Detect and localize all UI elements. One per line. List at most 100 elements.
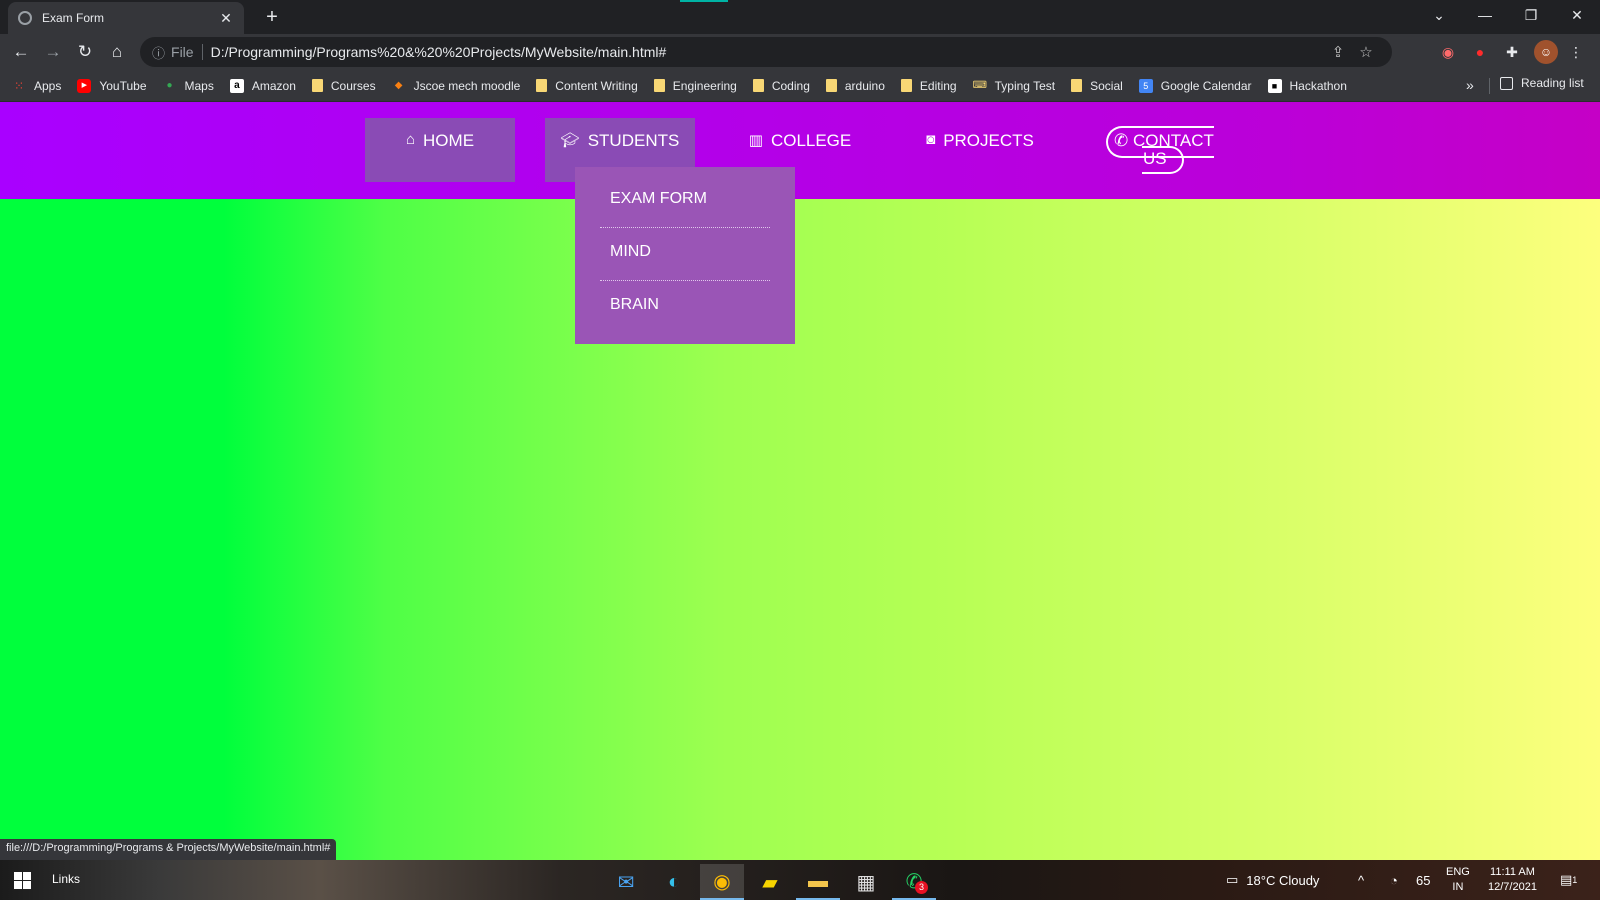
home-icon[interactable]: ⌂ (104, 39, 130, 65)
amazon-icon: a (229, 78, 244, 93)
youtube-icon: ▶ (77, 78, 92, 93)
notification-center-icon[interactable]: ▤ 1 (1560, 860, 1577, 900)
url-text[interactable]: D:/Programming/Programs%20&%20%20Project… (211, 44, 1324, 60)
bookmark-coding[interactable]: Coding (752, 79, 810, 93)
weather-widget[interactable]: ▭ 18°C Cloudy (1226, 860, 1319, 900)
bookmark-label: arduino (844, 78, 885, 93)
extension-eyes-icon[interactable]: ◉ (1436, 40, 1460, 64)
students-dropdown: EXAM FORM MIND BRAIN (575, 167, 795, 344)
edge-icon[interactable]: ◐ (652, 864, 696, 900)
microsoft-store-icon[interactable]: ▦ (844, 864, 888, 900)
phone-icon: ✆ (1114, 131, 1133, 150)
bookmark-amazon[interactable]: a Amazon (229, 78, 296, 93)
windows-start-icon[interactable] (14, 872, 31, 889)
dropdown-item-exam-form[interactable]: EXAM FORM (600, 175, 770, 228)
dropdown-item-mind[interactable]: MIND (600, 228, 770, 281)
bookmark-maps[interactable]: ● Maps (163, 78, 214, 93)
bookmark-apps[interactable]: ⁙ Apps (12, 79, 61, 93)
show-hidden-icons-button[interactable]: ^ (1358, 860, 1364, 900)
nav-contact-us[interactable]: ✆ CONTACT US (1106, 126, 1214, 174)
bookmark-star-icon[interactable]: ☆ (1352, 43, 1380, 61)
calendar-icon: 5 (1138, 78, 1153, 93)
bookmark-arduino[interactable]: arduino (825, 78, 885, 93)
menu-kebab-icon[interactable]: ⋮ (1564, 40, 1588, 64)
bookmark-label: Maps (184, 78, 214, 93)
bookmarks-overflow-button[interactable]: » (1466, 77, 1474, 93)
bookmark-google-calendar[interactable]: 5 Google Calendar (1138, 78, 1252, 93)
dropdown-item-brain[interactable]: BRAIN (600, 281, 770, 334)
back-icon[interactable]: ← (8, 39, 34, 65)
forward-icon[interactable]: → (40, 39, 66, 65)
language-code: ENG (1446, 866, 1470, 878)
bookmark-label: Engineering (672, 78, 737, 93)
bookmark-courses[interactable]: Courses (311, 79, 376, 93)
tab-search-icon[interactable]: ⌄ (1416, 0, 1462, 30)
bookmark-label: YouTube (99, 78, 147, 93)
reading-list-icon (1500, 76, 1513, 90)
mail-icon[interactable]: ✉ (604, 864, 648, 900)
restore-icon[interactable]: ❐ (1508, 0, 1554, 30)
address-bar[interactable]: ⓘ File D:/Programming/Programs%20&%20%20… (140, 37, 1392, 67)
reading-list-label: Reading list (1521, 76, 1584, 90)
bookmark-label: Jscoe mech moodle (413, 78, 521, 93)
browser-titlebar: Exam Form ✕ + ⌄ — ❐ ✕ (0, 0, 1600, 34)
minimize-icon[interactable]: — (1462, 0, 1508, 30)
extension-shield-icon[interactable]: ● (1468, 40, 1492, 64)
bookmark-hackathon[interactable]: ■ Hackathon (1267, 78, 1347, 93)
tab-title: Exam Form (42, 11, 105, 25)
sticky-notes-icon[interactable]: ▰ (748, 864, 792, 900)
site-info-icon[interactable]: ⓘ (152, 43, 165, 62)
wifi-icon[interactable]: ◔ (1390, 860, 1398, 900)
clock-date: 12/7/2021 (1488, 881, 1537, 893)
window-close-icon[interactable]: ✕ (1554, 0, 1600, 30)
bookmark-label: Social (1090, 78, 1123, 93)
globe-icon (18, 11, 32, 25)
folder-icon (536, 79, 548, 92)
nav-college-label: COLLEGE (770, 131, 852, 150)
bookmark-typing-test[interactable]: ⌨ Typing Test (973, 79, 1055, 93)
site-navbar: ⌂ HOME 🎓︎ STUDENTS ▥ COLLEGE ◙ PROJECTS … (0, 102, 1600, 199)
camera-icon: ◙ (926, 131, 936, 148)
bookmark-engineering[interactable]: Engineering (653, 78, 737, 93)
bookmark-social[interactable]: Social (1071, 79, 1123, 93)
new-tab-button[interactable]: + (260, 5, 284, 29)
clock-time: 11:11 AM (1490, 866, 1535, 878)
folder-icon (752, 79, 764, 92)
whatsapp-icon[interactable]: ✆ 3 (892, 864, 936, 900)
folder-icon (653, 79, 665, 92)
folder-icon (900, 79, 912, 92)
maps-icon: ● (166, 79, 173, 91)
bookmark-editing[interactable]: Editing (900, 78, 957, 93)
bookmark-label: Editing (919, 78, 957, 93)
clock[interactable]: 11:11 AM 12/7/2021 (1488, 860, 1537, 900)
apps-grid-icon: ⁙ (13, 78, 25, 93)
bookmark-label: Hackathon (1289, 78, 1347, 93)
battery-level[interactable]: 65 (1416, 860, 1430, 900)
reload-icon[interactable]: ↻ (72, 39, 98, 65)
language-indicator[interactable]: ENG IN (1446, 860, 1470, 900)
share-icon[interactable]: ⇪ (1324, 43, 1352, 61)
nav-students-label: STUDENTS (587, 131, 680, 150)
browser-tab[interactable]: Exam Form ✕ (8, 2, 244, 34)
bookmark-content-writing[interactable]: Content Writing (536, 78, 638, 93)
windows-taskbar: Links ✉ ◐ ◉ ▰ ▬ ▦ ✆ 3 ▭ 18°C Cloudy ^ ◔ 6… (0, 860, 1600, 900)
bookmark-label: Google Calendar (1160, 78, 1252, 93)
chrome-icon[interactable]: ◉ (700, 864, 744, 900)
nav-home[interactable]: ⌂ HOME (365, 118, 515, 182)
bookmark-label: Content Writing (555, 78, 638, 93)
bookmark-youtube[interactable]: ▶ YouTube (77, 78, 147, 93)
moodle-icon: ◆ (394, 79, 403, 91)
folder-icon (825, 79, 837, 92)
nav-projects[interactable]: ◙ PROJECTS (905, 118, 1055, 182)
profile-avatar[interactable]: ☺ (1534, 40, 1558, 64)
weather-icon: ▭ (1226, 872, 1239, 887)
bookmark-jscoe-moodle[interactable]: ◆ Jscoe mech moodle (392, 79, 521, 93)
bookmark-label: Apps (34, 78, 62, 93)
bookmark-label: Typing Test (994, 78, 1056, 93)
file-explorer-icon[interactable]: ▬ (796, 864, 840, 900)
links-toolbar[interactable]: Links (52, 872, 80, 886)
tab-close-icon[interactable]: ✕ (218, 10, 234, 27)
extensions-puzzle-icon[interactable]: ✚ (1500, 40, 1524, 64)
reading-list-button[interactable]: Reading list (1500, 76, 1584, 90)
bookmarks-bar: ⁙ Apps ▶ YouTube ● Maps a Amazon Courses ◆ Js… (0, 70, 1600, 102)
